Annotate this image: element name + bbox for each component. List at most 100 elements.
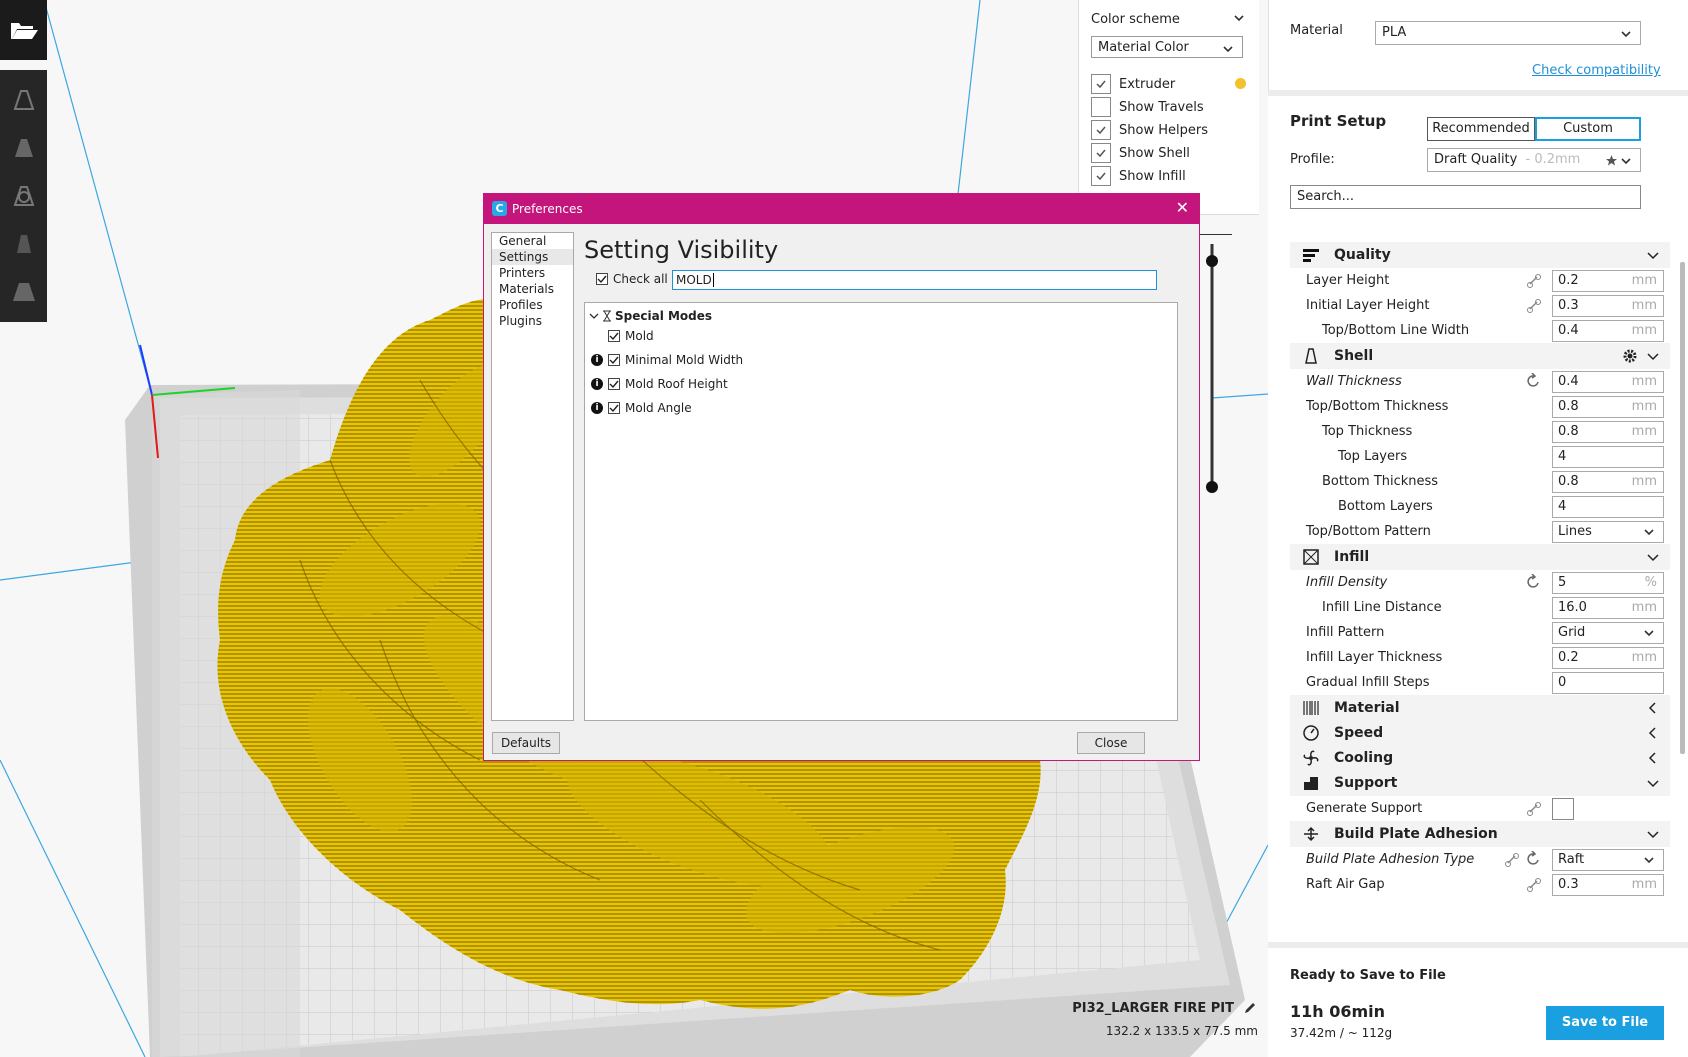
show-travels-toggle[interactable]: Show Travels	[1091, 96, 1204, 118]
layer-height-input[interactable]: 0.2 mm	[1552, 270, 1664, 292]
show-travels-checkbox[interactable]	[1091, 97, 1111, 117]
top-thickness-input[interactable]: 0.8 mm	[1552, 421, 1664, 443]
settings-search-input[interactable]: Search...	[1290, 185, 1641, 209]
reset-icon[interactable]	[1526, 851, 1542, 867]
show-infill-checkbox[interactable]	[1091, 166, 1111, 186]
infill-density-input[interactable]: 5%	[1552, 572, 1664, 594]
raft-air-gap-input[interactable]: 0.3 mm	[1552, 874, 1664, 896]
topbottom-line-width-input[interactable]: 0.4 mm	[1552, 320, 1664, 342]
bottom-thickness-input[interactable]: 0.8 mm	[1552, 471, 1664, 493]
link-icon[interactable]	[1526, 877, 1542, 893]
category-support[interactable]: Support	[1290, 770, 1670, 796]
nav-item-general[interactable]: General	[492, 233, 573, 249]
chevron-down-icon	[1647, 353, 1659, 361]
bottom-layers-input[interactable]: 4	[1552, 496, 1664, 518]
mirror-icon	[16, 235, 31, 253]
show-infill-toggle[interactable]: Show Infill	[1091, 165, 1186, 187]
visibility-item-mold-roof-height[interactable]: Mold Roof Height	[608, 377, 728, 391]
gear-icon[interactable]	[1622, 348, 1638, 364]
link-icon[interactable]	[1526, 298, 1542, 314]
category-cooling[interactable]: Cooling	[1290, 745, 1670, 771]
rotate-tool-button[interactable]	[0, 172, 47, 220]
visibility-item-mold-angle[interactable]: Mold Angle	[608, 401, 692, 415]
category-material[interactable]: Material	[1290, 695, 1670, 721]
category-speed[interactable]: Speed	[1290, 720, 1670, 746]
info-icon[interactable]: i	[591, 402, 603, 414]
filter-value: MOLD	[676, 273, 712, 287]
open-file-button[interactable]	[0, 0, 47, 60]
pencil-icon[interactable]	[1242, 1000, 1258, 1016]
minimal-mold-width-checkbox[interactable]	[608, 354, 620, 366]
mold-roof-height-checkbox[interactable]	[608, 378, 620, 390]
initial-layer-height-input[interactable]: 0.3 mm	[1552, 295, 1664, 317]
info-icon[interactable]: i	[591, 378, 603, 390]
mold-angle-checkbox[interactable]	[608, 402, 620, 414]
generate-support-checkbox[interactable]	[1552, 798, 1574, 820]
check-all-toggle[interactable]: Check all	[596, 272, 668, 286]
category-special-modes[interactable]: Special Modes	[589, 309, 712, 323]
divider	[1268, 942, 1688, 948]
material-select[interactable]: PLA	[1375, 21, 1641, 45]
infill-layer-thickness-input[interactable]: 0.2 mm	[1552, 647, 1664, 669]
star-icon[interactable]	[1605, 154, 1618, 167]
setting-label: Raft Air Gap	[1306, 877, 1385, 892]
infill-line-distance-input[interactable]: 16.0 mm	[1552, 597, 1664, 619]
nav-item-printers[interactable]: Printers	[492, 265, 573, 281]
show-helpers-toggle[interactable]: Show Helpers	[1091, 119, 1208, 141]
quality-icon	[1303, 249, 1319, 262]
value: 0.4	[1558, 323, 1579, 338]
per-model-settings-icon	[12, 283, 35, 301]
setting-label: Top Thickness	[1322, 424, 1413, 439]
profile-select[interactable]: Draft Quality - 0.2mm	[1427, 148, 1641, 172]
dialog-title: Preferences	[512, 202, 583, 216]
info-icon[interactable]: i	[591, 354, 603, 366]
custom-mode-button[interactable]: Custom	[1535, 117, 1641, 141]
chevron-down-icon	[1647, 780, 1659, 788]
mold-checkbox[interactable]	[608, 330, 620, 342]
close-icon[interactable]: ✕	[1176, 198, 1189, 217]
adhesion-type-select[interactable]: Raft	[1552, 849, 1664, 871]
scale-tool-button[interactable]	[0, 124, 47, 172]
show-helpers-checkbox[interactable]	[1091, 120, 1111, 140]
link-icon[interactable]	[1526, 273, 1542, 289]
category-infill[interactable]: Infill	[1290, 544, 1670, 570]
setting-filter-input[interactable]: MOLD	[672, 270, 1157, 290]
link-icon[interactable]	[1526, 801, 1542, 817]
category-build-plate-adhesion[interactable]: Build Plate Adhesion	[1290, 821, 1670, 847]
topbottom-thickness-input[interactable]: 0.8 mm	[1552, 396, 1664, 418]
visibility-item-minimal-mold-width[interactable]: Minimal Mold Width	[608, 353, 743, 367]
reset-icon[interactable]	[1526, 373, 1542, 389]
show-shell-checkbox[interactable]	[1091, 143, 1111, 163]
mirror-tool-button[interactable]	[0, 220, 47, 268]
topbottom-pattern-select[interactable]: Lines	[1552, 521, 1664, 543]
check-compatibility-link[interactable]: Check compatibility	[1532, 63, 1661, 78]
defaults-button[interactable]: Defaults	[492, 732, 560, 754]
extruder-toggle[interactable]: Extruder	[1091, 73, 1175, 95]
infill-pattern-select[interactable]: Grid	[1552, 622, 1664, 644]
wall-thickness-input[interactable]: 0.4 mm	[1552, 371, 1664, 393]
nav-item-profiles[interactable]: Profiles	[492, 297, 573, 313]
show-shell-toggle[interactable]: Show Shell	[1091, 142, 1190, 164]
category-shell[interactable]: Shell	[1290, 343, 1670, 369]
check-all-checkbox[interactable]	[596, 273, 608, 285]
nav-item-settings[interactable]: Settings	[492, 249, 573, 265]
color-scheme-select[interactable]: Material Color	[1091, 36, 1243, 58]
extruder-checkbox[interactable]	[1091, 74, 1111, 94]
save-to-file-button[interactable]: Save to File	[1546, 1006, 1664, 1040]
visibility-item-mold[interactable]: Mold	[608, 329, 654, 343]
value: 0.4	[1558, 374, 1579, 389]
top-layers-input[interactable]: 4	[1552, 446, 1664, 468]
per-model-settings-button[interactable]	[0, 268, 47, 316]
category-quality[interactable]: Quality	[1290, 242, 1670, 268]
gradual-infill-steps-input[interactable]: 0	[1552, 672, 1664, 694]
reset-icon[interactable]	[1526, 574, 1542, 590]
chevron-down-icon[interactable]	[1233, 12, 1245, 24]
link-icon[interactable]	[1504, 852, 1520, 868]
settings-scrollbar[interactable]	[1680, 262, 1685, 754]
nav-item-plugins[interactable]: Plugins	[492, 313, 573, 329]
dialog-titlebar[interactable]: C Preferences ✕	[484, 194, 1199, 224]
recommended-mode-button[interactable]: Recommended	[1427, 117, 1535, 141]
close-button[interactable]: Close	[1077, 732, 1145, 754]
nav-item-materials[interactable]: Materials	[492, 281, 573, 297]
move-tool-button[interactable]	[0, 76, 47, 124]
